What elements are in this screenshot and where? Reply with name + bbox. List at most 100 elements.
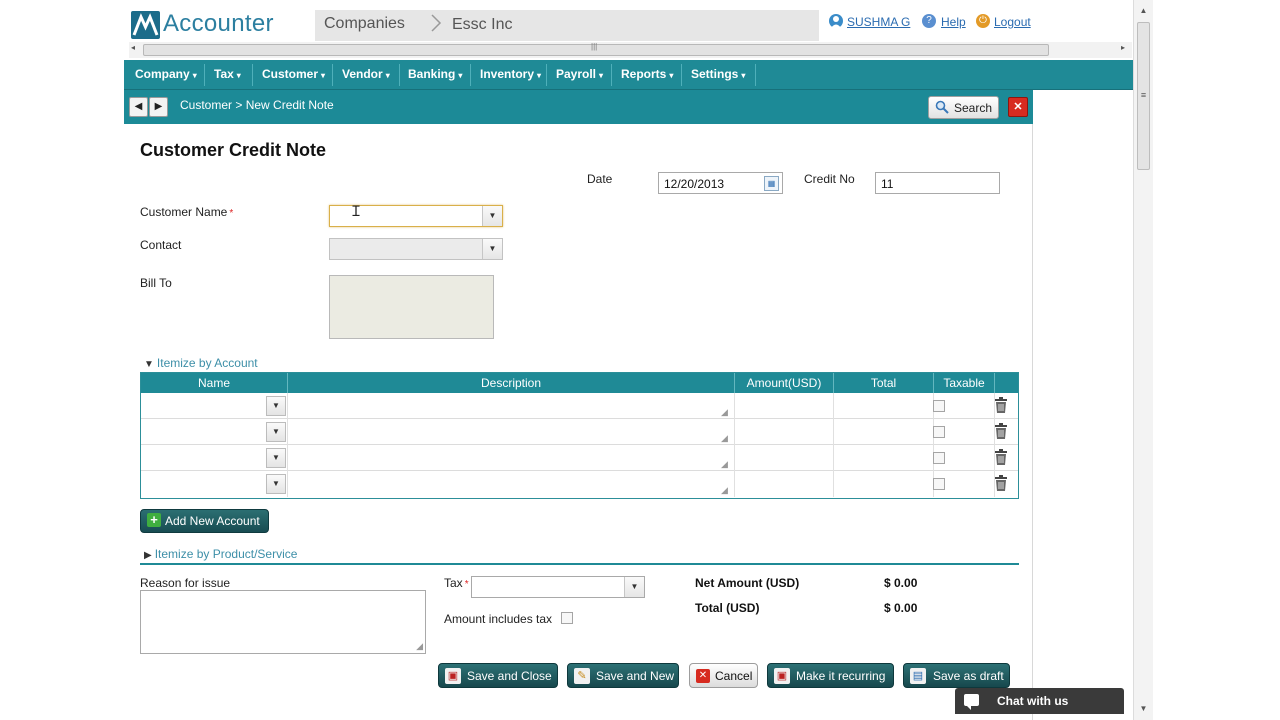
menu-company[interactable]: Company ▾ [135,67,197,81]
contact-combo[interactable]: ▼ [329,238,503,260]
net-amount-value: $ 0.00 [884,576,918,590]
logout-link[interactable]: Logout [994,15,1031,29]
chat-with-us-button[interactable]: Chat with us [955,688,1124,714]
menu-inventory[interactable]: Inventory ▾ [480,67,541,81]
chevron-down-icon[interactable]: ▼ [266,448,286,468]
amount-includes-tax-checkbox[interactable] [561,612,573,624]
forward-arrow-icon[interactable]: ▶ [149,97,168,117]
app-logo-text: Accounter [163,10,274,37]
triangle-right-icon: ▶ [144,550,152,561]
column-header-total[interactable]: Total [834,376,933,390]
reason-textarea[interactable]: ◢ [140,590,426,654]
table-row[interactable]: ▼ ◢ [141,419,1018,445]
table-row[interactable]: ▼ ◢ [141,393,1018,419]
page-title: Customer Credit Note [140,140,327,160]
chevron-down-icon[interactable]: ▼ [266,474,286,494]
column-header-description[interactable]: Description [288,376,734,390]
resize-grip-icon[interactable]: ◢ [721,485,728,496]
chevron-down-icon[interactable]: ▼ [482,239,502,259]
make-recurring-button[interactable]: ▣ Make it recurring [767,663,894,688]
scroll-up-icon[interactable]: ▲ [1134,2,1153,20]
save-and-close-button[interactable]: ▣ Save and Close [438,663,558,688]
credit-no-label: Credit No [804,172,855,186]
scroll-right-icon[interactable]: ▸ [1121,43,1125,52]
chevron-down-icon: ▾ [458,71,463,80]
menu-tax[interactable]: Tax ▾ [214,67,241,81]
reason-label: Reason for issue [140,576,231,590]
menu-payroll[interactable]: Payroll ▾ [556,67,603,81]
chevron-down-icon: ▾ [321,71,326,80]
menu-settings[interactable]: Settings ▾ [691,67,745,81]
chat-bubble-icon [964,694,979,710]
page-margin-left [0,0,124,720]
chevron-down-icon[interactable]: ▼ [624,577,644,597]
plus-icon: + [147,513,161,527]
menu-vendor[interactable]: Vendor ▾ [342,67,390,81]
column-header-name[interactable]: Name [141,376,287,390]
save-and-new-button[interactable]: ✎ Save and New [567,663,679,688]
resize-grip-icon[interactable]: ◢ [721,433,728,444]
table-row[interactable]: ▼ ◢ [141,471,1018,497]
menu-reports[interactable]: Reports ▾ [621,67,673,81]
bill-to-box[interactable] [329,275,494,339]
taxable-checkbox[interactable] [933,426,945,438]
breadcrumb-chevron-icon [430,13,442,38]
chevron-down-icon[interactable]: ▼ [266,422,286,442]
draft-icon: ▤ [910,668,926,684]
search-button[interactable]: Search [928,96,999,119]
date-field[interactable]: 12/20/2013 ▦ [658,172,783,194]
column-header-taxable[interactable]: Taxable [934,376,994,390]
menu-banking[interactable]: Banking ▾ [408,67,462,81]
calendar-icon[interactable]: ▦ [764,176,779,191]
chevron-down-icon: ▾ [669,71,674,80]
credit-no-field[interactable]: 11 [875,172,1000,194]
tax-combo[interactable]: ▼ [471,576,645,598]
app-window: ▲ ≡ ▼ Accounter Companies Essc Inc SUSHM… [0,0,1280,720]
itemize-by-account-toggle[interactable]: ▼ Itemize by Account [144,356,258,370]
taxable-checkbox[interactable] [933,478,945,490]
itemize-by-product-toggle[interactable]: ▶ Itemize by Product/Service [144,547,297,561]
trash-icon[interactable] [994,449,1008,466]
table-row[interactable]: ▼ ◢ [141,445,1018,471]
trash-icon[interactable] [994,423,1008,440]
main-menu-bar: Company ▾ Tax ▾ Customer ▾ Vendor ▾ Banking ▾… [124,60,1133,90]
scroll-down-icon[interactable]: ▼ [1134,700,1153,718]
horizontal-scrollbar[interactable]: ◂ ||| ▸ [129,42,1132,58]
vertical-scrollbar[interactable]: ▲ ≡ ▼ [1133,0,1153,720]
resize-grip-icon[interactable]: ◢ [721,407,728,418]
cancel-button[interactable]: ✕ Cancel [689,663,758,688]
tax-label: Tax * [444,576,469,590]
scroll-grip-icon: ||| [591,42,598,51]
total-label: Total (USD) [695,601,760,615]
chevron-down-icon[interactable]: ▼ [266,396,286,416]
trash-icon[interactable] [994,475,1008,492]
scroll-left-icon[interactable]: ◂ [131,43,135,52]
help-link[interactable]: Help [941,15,966,29]
menu-customer[interactable]: Customer ▾ [262,67,325,81]
taxable-checkbox[interactable] [933,400,945,412]
net-amount-label: Net Amount (USD) [695,576,800,590]
breadcrumb-company[interactable]: Essc Inc [452,16,512,34]
column-header-amount[interactable]: Amount(USD) [735,376,833,390]
add-new-account-button[interactable]: + Add New Account [140,509,269,533]
resize-grip-icon[interactable]: ◢ [721,459,728,470]
user-link[interactable]: SUSHMA G [847,15,910,29]
resize-grip-icon[interactable]: ◢ [416,641,423,652]
triangle-down-icon: ▼ [144,359,154,370]
chevron-down-icon: ▾ [192,71,197,80]
table-header: Name Description Amount(USD) Total Taxab… [141,373,1018,393]
taxable-checkbox[interactable] [933,452,945,464]
date-label: Date [587,172,613,186]
section-divider [140,563,1019,565]
page-margin-right [1153,0,1280,720]
accounter-logo-icon [131,11,160,39]
save-as-draft-button[interactable]: ▤ Save as draft [903,663,1010,688]
trash-icon[interactable] [994,397,1008,414]
breadcrumb-companies[interactable]: Companies [324,15,405,33]
account-items-table: Name Description Amount(USD) Total Taxab… [140,372,1019,499]
back-arrow-icon[interactable]: ◀ [129,97,148,117]
page-breadcrumb: Customer > New Credit Note [180,98,334,112]
close-icon[interactable]: ✕ [1008,97,1028,117]
help-icon: ? [922,14,936,28]
chevron-down-icon[interactable]: ▼ [482,206,502,226]
